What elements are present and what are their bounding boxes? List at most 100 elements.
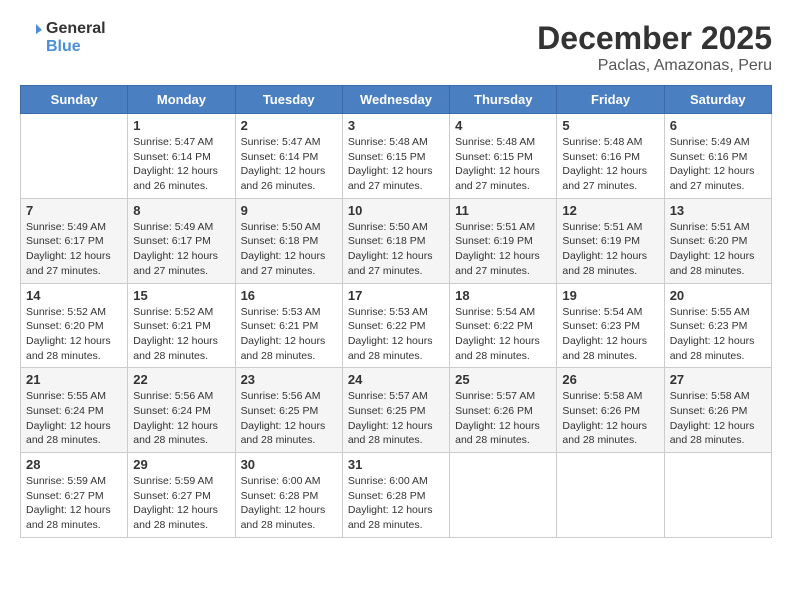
cell-w4-d5: 25 Sunrise: 5:57 AM Sunset: 6:26 PM Dayli… <box>450 368 557 453</box>
day-number: 4 <box>455 118 551 133</box>
day-info: Sunrise: 5:51 AM Sunset: 6:20 PM Dayligh… <box>670 220 766 279</box>
day-info: Sunrise: 5:54 AM Sunset: 6:22 PM Dayligh… <box>455 305 551 364</box>
month-title: December 2025 <box>537 20 772 57</box>
cell-w3-d4: 17Sunrise: 5:53 AM Sunset: 6:22 PM Dayli… <box>342 283 449 368</box>
cell-w4-d4: 24 Sunrise: 5:57 AM Sunset: 6:25 PM Dayli… <box>342 368 449 453</box>
cell-w3-d5: 18 Sunrise: 5:54 AM Sunset: 6:22 PM Dayli… <box>450 283 557 368</box>
logo-text-general: General <box>46 20 106 38</box>
day-number: 16 <box>241 288 337 303</box>
day-info: Sunrise: 5:54 AM Sunset: 6:23 PM Dayligh… <box>562 305 658 364</box>
header-monday: Monday <box>128 86 235 114</box>
week-row-1: 1 Sunrise: 5:47 AM Sunset: 6:14 PM Daylig… <box>21 114 772 199</box>
day-info: Sunrise: 5:48 AM Sunset: 6:15 PM Dayligh… <box>455 135 551 194</box>
cell-w2-d6: 12Sunrise: 5:51 AM Sunset: 6:19 PM Dayli… <box>557 198 664 283</box>
cell-w1-d3: 2Sunrise: 5:47 AM Sunset: 6:14 PM Daylig… <box>235 114 342 199</box>
cell-w5-d1: 28 Sunrise: 5:59 AM Sunset: 6:27 PM Dayli… <box>21 453 128 538</box>
day-number: 7 <box>26 203 122 218</box>
day-info: Sunrise: 5:55 AM Sunset: 6:23 PM Dayligh… <box>670 305 766 364</box>
day-number: 14 <box>26 288 122 303</box>
cell-w1-d6: 5 Sunrise: 5:48 AM Sunset: 6:16 PM Daylig… <box>557 114 664 199</box>
cell-w3-d7: 20Sunrise: 5:55 AM Sunset: 6:23 PM Dayli… <box>664 283 771 368</box>
day-number: 3 <box>348 118 444 133</box>
cell-w4-d6: 26Sunrise: 5:58 AM Sunset: 6:26 PM Dayli… <box>557 368 664 453</box>
day-info: Sunrise: 5:47 AM Sunset: 6:14 PM Dayligh… <box>241 135 337 194</box>
header-saturday: Saturday <box>664 86 771 114</box>
day-number: 11 <box>455 203 551 218</box>
day-number: 15 <box>133 288 229 303</box>
day-number: 1 <box>133 118 229 133</box>
cell-w3-d2: 15 Sunrise: 5:52 AM Sunset: 6:21 PM Dayli… <box>128 283 235 368</box>
day-info: Sunrise: 5:49 AM Sunset: 6:17 PM Dayligh… <box>133 220 229 279</box>
day-info: Sunrise: 5:58 AM Sunset: 6:26 PM Dayligh… <box>670 389 766 448</box>
day-info: Sunrise: 6:00 AM Sunset: 6:28 PM Dayligh… <box>241 474 337 533</box>
cell-w5-d7 <box>664 453 771 538</box>
cell-w3-d1: 14 Sunrise: 5:52 AM Sunset: 6:20 PM Dayli… <box>21 283 128 368</box>
cell-w1-d1 <box>21 114 128 199</box>
day-number: 9 <box>241 203 337 218</box>
day-info: Sunrise: 5:57 AM Sunset: 6:25 PM Dayligh… <box>348 389 444 448</box>
cell-w2-d3: 9Sunrise: 5:50 AM Sunset: 6:18 PM Daylig… <box>235 198 342 283</box>
cell-w1-d5: 4 Sunrise: 5:48 AM Sunset: 6:15 PM Daylig… <box>450 114 557 199</box>
cell-w1-d2: 1 Sunrise: 5:47 AM Sunset: 6:14 PM Daylig… <box>128 114 235 199</box>
logo-bird-icon <box>20 20 44 48</box>
cell-w4-d7: 27 Sunrise: 5:58 AM Sunset: 6:26 PM Dayli… <box>664 368 771 453</box>
cell-w5-d2: 29Sunrise: 5:59 AM Sunset: 6:27 PM Dayli… <box>128 453 235 538</box>
day-number: 6 <box>670 118 766 133</box>
day-number: 30 <box>241 457 337 472</box>
week-row-2: 7 Sunrise: 5:49 AM Sunset: 6:17 PM Daylig… <box>21 198 772 283</box>
day-info: Sunrise: 5:48 AM Sunset: 6:15 PM Dayligh… <box>348 135 444 194</box>
cell-w2-d5: 11 Sunrise: 5:51 AM Sunset: 6:19 PM Dayli… <box>450 198 557 283</box>
cell-w2-d7: 13 Sunrise: 5:51 AM Sunset: 6:20 PM Dayli… <box>664 198 771 283</box>
calendar-table: Sunday Monday Tuesday Wednesday Thursday… <box>20 85 772 538</box>
cell-w5-d6 <box>557 453 664 538</box>
day-number: 8 <box>133 203 229 218</box>
day-info: Sunrise: 5:52 AM Sunset: 6:20 PM Dayligh… <box>26 305 122 364</box>
day-info: Sunrise: 5:57 AM Sunset: 6:26 PM Dayligh… <box>455 389 551 448</box>
day-info: Sunrise: 5:55 AM Sunset: 6:24 PM Dayligh… <box>26 389 122 448</box>
day-number: 24 <box>348 372 444 387</box>
day-number: 22 <box>133 372 229 387</box>
cell-w1-d7: 6 Sunrise: 5:49 AM Sunset: 6:16 PM Daylig… <box>664 114 771 199</box>
day-info: Sunrise: 5:51 AM Sunset: 6:19 PM Dayligh… <box>455 220 551 279</box>
day-info: Sunrise: 5:47 AM Sunset: 6:14 PM Dayligh… <box>133 135 229 194</box>
day-number: 27 <box>670 372 766 387</box>
day-info: Sunrise: 5:59 AM Sunset: 6:27 PM Dayligh… <box>26 474 122 533</box>
day-info: Sunrise: 5:50 AM Sunset: 6:18 PM Dayligh… <box>348 220 444 279</box>
day-number: 25 <box>455 372 551 387</box>
cell-w4-d3: 23Sunrise: 5:56 AM Sunset: 6:25 PM Dayli… <box>235 368 342 453</box>
day-number: 12 <box>562 203 658 218</box>
cell-w3-d3: 16Sunrise: 5:53 AM Sunset: 6:21 PM Dayli… <box>235 283 342 368</box>
header-thursday: Thursday <box>450 86 557 114</box>
day-info: Sunrise: 5:58 AM Sunset: 6:26 PM Dayligh… <box>562 389 658 448</box>
day-number: 19 <box>562 288 658 303</box>
title-area: December 2025 Paclas, Amazonas, Peru <box>537 20 772 75</box>
day-number: 13 <box>670 203 766 218</box>
day-info: Sunrise: 5:59 AM Sunset: 6:27 PM Dayligh… <box>133 474 229 533</box>
cell-w2-d1: 7 Sunrise: 5:49 AM Sunset: 6:17 PM Daylig… <box>21 198 128 283</box>
day-number: 10 <box>348 203 444 218</box>
weekday-header-row: Sunday Monday Tuesday Wednesday Thursday… <box>21 86 772 114</box>
day-info: Sunrise: 5:49 AM Sunset: 6:16 PM Dayligh… <box>670 135 766 194</box>
cell-w1-d4: 3 Sunrise: 5:48 AM Sunset: 6:15 PM Daylig… <box>342 114 449 199</box>
day-info: Sunrise: 5:56 AM Sunset: 6:24 PM Dayligh… <box>133 389 229 448</box>
day-number: 28 <box>26 457 122 472</box>
header-friday: Friday <box>557 86 664 114</box>
cell-w4-d1: 21 Sunrise: 5:55 AM Sunset: 6:24 PM Dayli… <box>21 368 128 453</box>
day-info: Sunrise: 5:52 AM Sunset: 6:21 PM Dayligh… <box>133 305 229 364</box>
page-header: General Blue December 2025 Paclas, Amazo… <box>20 20 772 75</box>
cell-w2-d4: 10 Sunrise: 5:50 AM Sunset: 6:18 PM Dayli… <box>342 198 449 283</box>
day-number: 18 <box>455 288 551 303</box>
logo: General Blue <box>20 20 106 55</box>
cell-w5-d5 <box>450 453 557 538</box>
day-number: 21 <box>26 372 122 387</box>
week-row-4: 21 Sunrise: 5:55 AM Sunset: 6:24 PM Dayli… <box>21 368 772 453</box>
week-row-3: 14 Sunrise: 5:52 AM Sunset: 6:20 PM Dayli… <box>21 283 772 368</box>
logo-text-blue: Blue <box>46 38 106 56</box>
cell-w5-d4: 31Sunrise: 6:00 AM Sunset: 6:28 PM Dayli… <box>342 453 449 538</box>
day-info: Sunrise: 5:49 AM Sunset: 6:17 PM Dayligh… <box>26 220 122 279</box>
day-number: 5 <box>562 118 658 133</box>
day-number: 31 <box>348 457 444 472</box>
cell-w2-d2: 8 Sunrise: 5:49 AM Sunset: 6:17 PM Daylig… <box>128 198 235 283</box>
day-info: Sunrise: 5:48 AM Sunset: 6:16 PM Dayligh… <box>562 135 658 194</box>
day-info: Sunrise: 5:53 AM Sunset: 6:22 PM Dayligh… <box>348 305 444 364</box>
